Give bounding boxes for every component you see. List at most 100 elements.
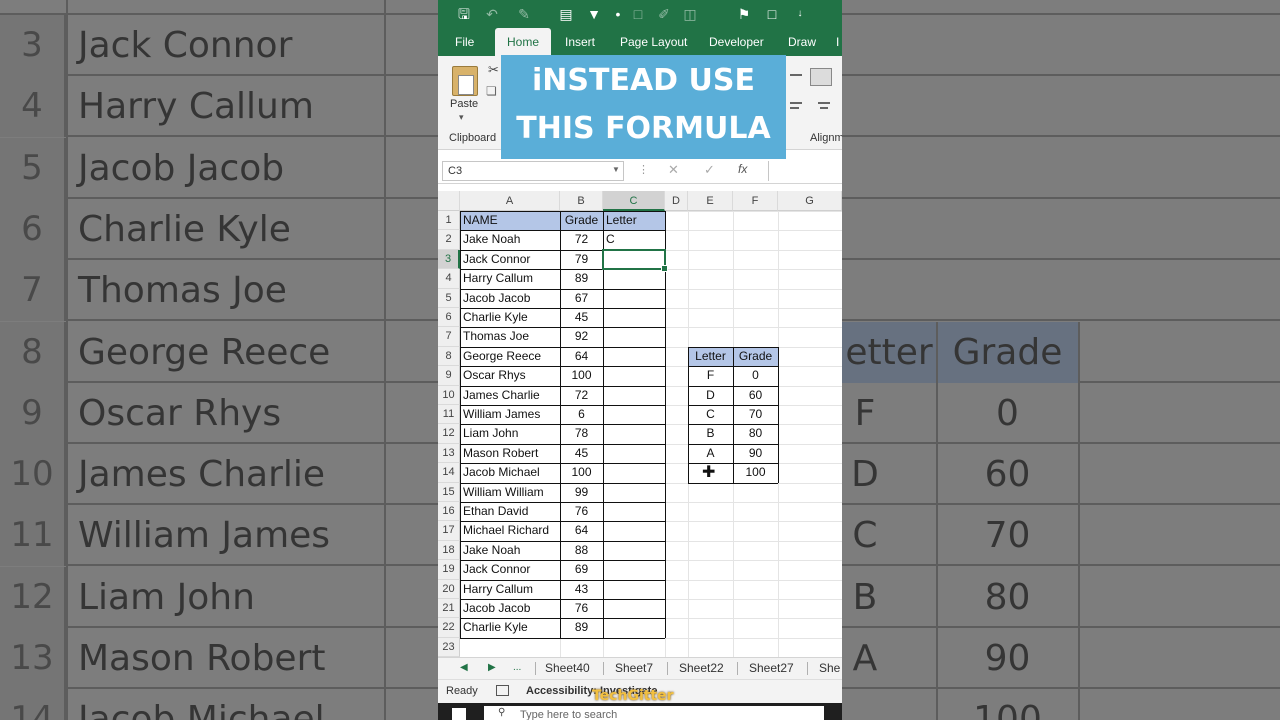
undo-icon[interactable]: ↶ <box>482 4 502 24</box>
row-header[interactable]: 4 <box>438 269 460 289</box>
lookup-header-cell[interactable]: Grade <box>733 346 778 367</box>
comment-icon[interactable]: □ <box>762 4 782 24</box>
row-header[interactable]: 2 <box>438 230 460 250</box>
table-cell[interactable]: 6 <box>560 405 603 424</box>
worksheet-grid[interactable]: A B C D E F G 1 2 3 4 5 6 7 8 9 10 11 12 13 14 15 16 17 18 19 20 21… <box>438 191 842 659</box>
table-cell[interactable]: William James <box>460 405 560 424</box>
active-cell-c3[interactable] <box>602 248 668 273</box>
lookup-cell[interactable]: 0 <box>733 366 778 385</box>
macro-record-icon[interactable] <box>496 685 509 696</box>
tab-developer[interactable]: Developer <box>709 28 764 56</box>
table-cell[interactable] <box>603 541 665 560</box>
table-cell[interactable] <box>603 405 665 424</box>
row-header[interactable]: 6 <box>438 308 460 328</box>
table-cell[interactable]: Harry Callum <box>460 580 560 599</box>
table-cell[interactable]: 89 <box>560 618 603 637</box>
lookup-cell[interactable]: 70 <box>733 405 778 424</box>
row-header[interactable]: 3 <box>438 249 460 270</box>
align-top-icon[interactable] <box>790 74 802 76</box>
row-header[interactable]: 21 <box>438 599 460 619</box>
table-cell[interactable]: 64 <box>560 347 603 366</box>
row-header[interactable]: 13 <box>438 443 460 464</box>
table-cell[interactable] <box>603 327 665 346</box>
table-cell[interactable] <box>603 308 665 327</box>
table-cell[interactable]: 99 <box>560 483 603 502</box>
table-cell[interactable]: 79 <box>560 250 603 269</box>
row-header[interactable]: 15 <box>438 482 460 502</box>
lookup-header-cell[interactable]: Letter <box>688 346 733 367</box>
table-cell[interactable] <box>603 580 665 599</box>
table-cell[interactable]: Jake Noah <box>460 230 560 249</box>
table-cell[interactable]: 72 <box>560 386 603 405</box>
redo-icon[interactable]: ✎ <box>514 4 534 24</box>
table-cell[interactable]: William William <box>460 483 560 502</box>
table-cell[interactable]: James Charlie <box>460 386 560 405</box>
sheet-tab[interactable]: Sheet7 <box>615 658 653 678</box>
table-cell[interactable] <box>603 289 665 308</box>
table-cell[interactable]: Jack Connor <box>460 560 560 579</box>
customize-icon[interactable]: ↓ <box>790 4 810 24</box>
row-header[interactable]: 8 <box>438 346 460 367</box>
table-cell[interactable] <box>603 386 665 405</box>
table-cell[interactable]: 64 <box>560 521 603 540</box>
row-header[interactable]: 17 <box>438 521 460 541</box>
sheet-tab[interactable]: She <box>819 658 840 678</box>
align-center-icon[interactable] <box>818 102 830 104</box>
row-header[interactable]: 18 <box>438 540 460 561</box>
column-header[interactable]: F <box>733 191 778 211</box>
tab-draw[interactable]: Draw <box>788 28 816 56</box>
cancel-icon[interactable]: ✕ <box>668 161 679 179</box>
column-header[interactable]: G <box>778 191 842 211</box>
table-cell[interactable]: 78 <box>560 424 603 443</box>
table-cell[interactable]: Liam John <box>460 424 560 443</box>
enter-icon[interactable]: ✓ <box>704 161 715 179</box>
lookup-cell[interactable]: 100 <box>733 463 778 482</box>
table-cell[interactable] <box>603 463 665 482</box>
box-icon[interactable]: □ <box>628 4 648 24</box>
windows-start-icon[interactable] <box>452 708 466 720</box>
table-cell[interactable] <box>603 599 665 618</box>
sheet-next-icon[interactable]: ▶ <box>488 658 496 678</box>
lookup-cell[interactable]: D <box>688 386 733 405</box>
copy-icon[interactable]: ❏ <box>486 84 497 98</box>
row-header[interactable]: 16 <box>438 502 460 522</box>
table-cell[interactable]: 72 <box>560 230 603 249</box>
lookup-cell[interactable]: C <box>688 405 733 424</box>
table-cell[interactable]: C <box>603 230 665 249</box>
table-cell[interactable]: Oscar Rhys <box>460 366 560 385</box>
paste-button-label[interactable]: Paste <box>450 98 478 110</box>
flag-icon[interactable]: ⚑ <box>734 4 754 24</box>
table-cell[interactable]: Charlie Kyle <box>460 618 560 637</box>
column-header[interactable]: D <box>665 191 688 211</box>
table-cell[interactable]: Jack Connor <box>460 250 560 269</box>
table-cell[interactable]: 69 <box>560 560 603 579</box>
tab-file[interactable]: File <box>455 28 474 56</box>
sheet-tab[interactable]: Sheet22 <box>679 658 724 678</box>
tab-home[interactable]: Home <box>495 28 552 56</box>
table-cell[interactable] <box>603 560 665 579</box>
cut-icon[interactable]: ✂ <box>488 62 499 78</box>
table-cell[interactable]: 100 <box>560 463 603 482</box>
tab-insert[interactable]: Insert <box>565 28 595 56</box>
sheet-prev-icon[interactable]: ◀ <box>460 658 468 678</box>
filter-icon[interactable]: ▼ <box>584 4 604 24</box>
column-header[interactable]: E <box>688 191 733 211</box>
table-cell[interactable] <box>603 347 665 366</box>
row-header[interactable]: 1 <box>438 211 460 231</box>
table-cell[interactable]: 100 <box>560 366 603 385</box>
align-left-icon[interactable] <box>790 102 802 104</box>
table-cell[interactable]: Ethan David <box>460 502 560 521</box>
table-header-cell[interactable]: NAME <box>460 211 560 231</box>
lookup-cell[interactable]: F <box>688 366 733 385</box>
wrap-text-icon[interactable] <box>810 68 832 86</box>
row-header[interactable]: 7 <box>438 327 460 347</box>
table-cell[interactable]: Jacob Michael <box>460 463 560 482</box>
table-cell[interactable]: Jacob Jacob <box>460 599 560 618</box>
table-cell[interactable]: Jake Noah <box>460 541 560 560</box>
row-header[interactable]: 11 <box>438 405 460 425</box>
table-cell[interactable]: 43 <box>560 580 603 599</box>
save-icon[interactable]: 🖫 <box>454 4 474 24</box>
sheet-tab[interactable]: Sheet27 <box>749 658 794 678</box>
table-header-cell[interactable]: Letter <box>603 211 665 231</box>
lookup-cell[interactable]: 90 <box>733 444 778 463</box>
